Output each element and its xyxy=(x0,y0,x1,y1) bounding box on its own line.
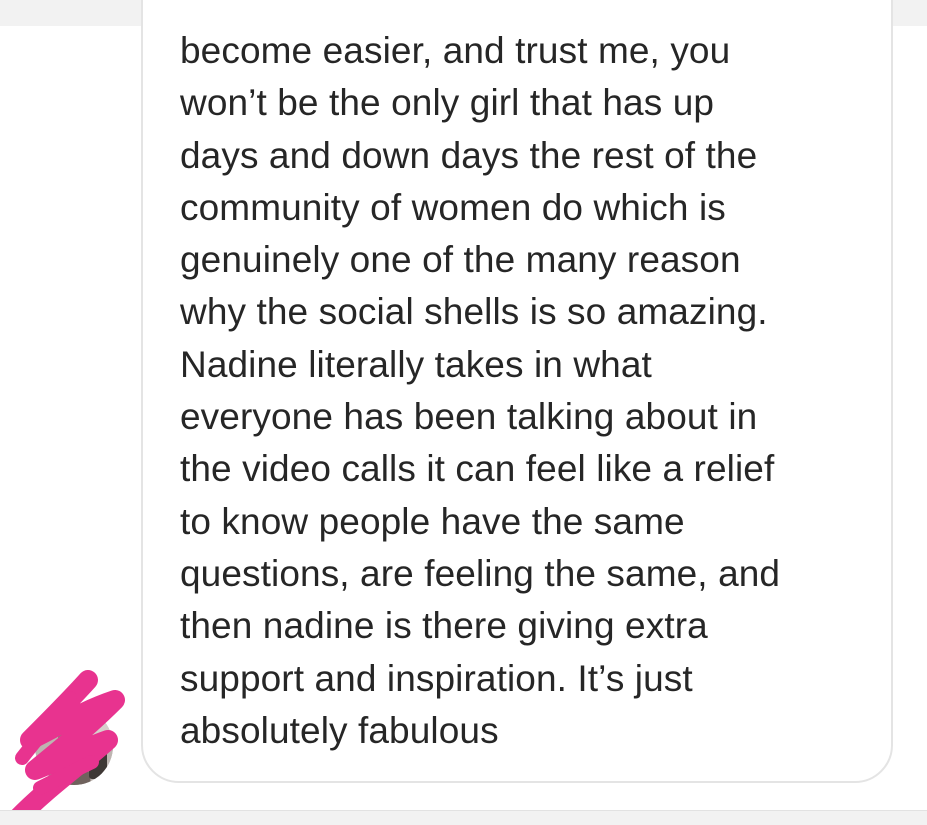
message-line: community of women do which is xyxy=(180,186,726,228)
message-line: questions, are feeling the same, and xyxy=(180,552,781,594)
message-line: why the social shells is so amazing. xyxy=(180,291,768,333)
message-line: then nadine is there giving extra xyxy=(180,605,708,647)
message-line: support and inspiration. It’s just xyxy=(180,657,693,699)
message-line: the video calls it can feel like a relie… xyxy=(180,448,775,490)
avatar-photo-icon xyxy=(35,707,113,785)
message-text: become easier, and trust me, you won’t b… xyxy=(180,25,870,757)
sender-avatar[interactable] xyxy=(35,707,113,785)
message-line: won’t be the only girl that has up xyxy=(180,82,715,124)
message-line: genuinely one of the many reason xyxy=(180,239,741,281)
message-line: Nadine literally takes in what xyxy=(180,343,652,385)
message-line: days and down days the rest of the xyxy=(180,134,758,176)
message-line: everyone has been talking about in xyxy=(180,396,758,438)
message-line: become easier, and trust me, you xyxy=(180,30,731,71)
dm-conversation-screen: become easier, and trust me, you won’t b… xyxy=(0,0,927,825)
message-line: to know people have the same xyxy=(180,500,685,542)
message-line: absolutely fabulous xyxy=(180,709,499,751)
bottom-divider-strip xyxy=(0,810,927,825)
